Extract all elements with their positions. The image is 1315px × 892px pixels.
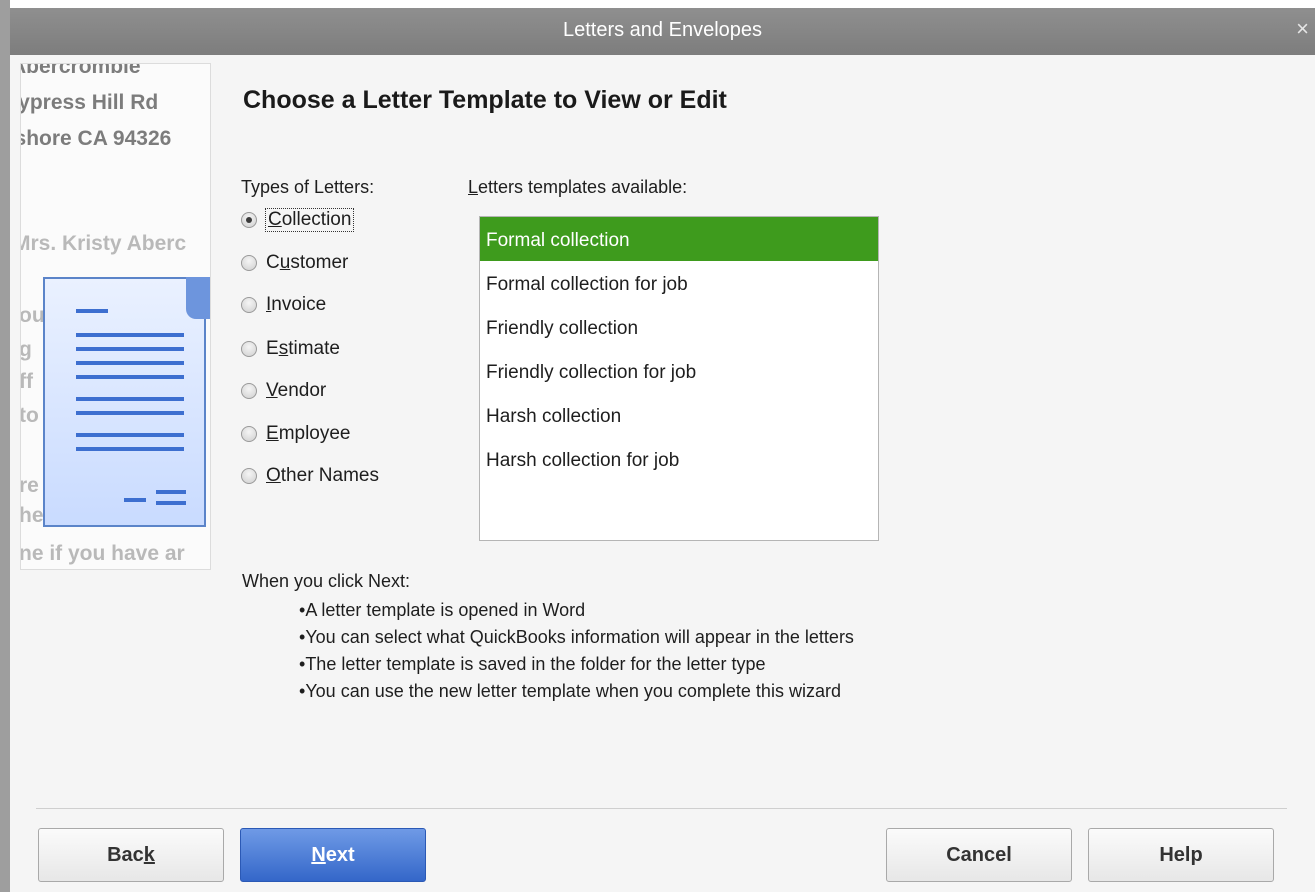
radio-option[interactable]: Employee xyxy=(241,420,351,448)
illustration-text: Abercrombie xyxy=(20,63,141,78)
illustration-text: Bayshore CA 94326 xyxy=(21,127,172,150)
next-info-item: A letter template is opened in Word xyxy=(299,597,854,624)
radio-button[interactable] xyxy=(241,341,257,357)
back-button[interactable]: Bac k xyxy=(38,828,224,882)
template-list-item[interactable]: Harsh collection xyxy=(480,393,878,437)
next-info-title: When you click Next: xyxy=(242,571,411,591)
next-info-item: The letter template is saved in the fold… xyxy=(299,651,854,678)
radio-button[interactable] xyxy=(241,426,257,442)
radio-label[interactable]: Employee xyxy=(266,423,351,445)
radio-label[interactable]: Estimate xyxy=(266,338,340,360)
close-icon[interactable]: × xyxy=(1296,16,1309,42)
footer-divider xyxy=(36,808,1287,809)
letter-document-icon xyxy=(43,277,210,527)
template-list-item[interactable]: Formal collection for job xyxy=(480,261,878,305)
template-list-item[interactable]: Friendly collection xyxy=(480,305,878,349)
types-of-letters-label: Types of Letters: xyxy=(241,177,375,197)
radio-label[interactable]: Invoice xyxy=(266,294,326,316)
radio-label[interactable]: Vendor xyxy=(266,380,326,402)
templates-listbox[interactable]: Formal collection Formal collection for j… xyxy=(479,216,879,541)
templates-available-label: Letters templates available: xyxy=(468,177,688,197)
radio-label[interactable]: Collection xyxy=(264,208,355,232)
illustration-text: Cypress Hill Rd xyxy=(20,91,159,114)
radio-option[interactable]: Other Names xyxy=(241,462,379,490)
illustration-text: Mrs. Kristy Aberc xyxy=(20,232,187,255)
radio-label[interactable]: Customer xyxy=(266,252,348,274)
illustration-text: to xyxy=(20,404,39,427)
radio-button[interactable] xyxy=(241,383,257,399)
title-bar: Letters and Envelopes × xyxy=(10,8,1315,55)
next-button[interactable]: Next xyxy=(240,828,426,882)
template-list-item[interactable]: Harsh collection for job xyxy=(480,437,878,481)
next-info-item: You can use the new letter template when… xyxy=(299,678,854,705)
template-list-item[interactable]: Formal collection xyxy=(480,217,878,261)
illustration-text: he xyxy=(20,504,44,527)
wizard-illustration: Abercrombie Cypress Hill Rd Bayshore CA … xyxy=(20,63,211,570)
window-title: Letters and Envelopes xyxy=(562,19,763,41)
radio-option[interactable]: Collection xyxy=(241,206,355,234)
radio-option[interactable]: Vendor xyxy=(241,377,326,405)
template-list-item[interactable]: Friendly collection for job xyxy=(480,349,878,393)
radio-button[interactable] xyxy=(241,468,257,484)
radio-button[interactable] xyxy=(241,212,257,228)
radio-option[interactable]: Customer xyxy=(241,249,348,277)
cancel-button[interactable]: Cancel xyxy=(886,828,1072,882)
letters-envelopes-window: Letters and Envelopes × Abercrombie Cypr… xyxy=(0,0,1315,892)
illustration-text: ou xyxy=(20,304,45,327)
radio-button[interactable] xyxy=(241,297,257,313)
top-strip xyxy=(0,0,1315,8)
next-info-item: You can select what QuickBooks informati… xyxy=(299,624,854,651)
radio-label[interactable]: Other Names xyxy=(266,465,379,487)
help-button[interactable]: Help xyxy=(1088,828,1274,882)
illustration-text: re xyxy=(20,474,39,497)
page-title: Choose a Letter Template to View or Edit xyxy=(243,86,727,114)
illustration-text: ff xyxy=(20,370,33,393)
illustration-text: ne if you have ar xyxy=(20,542,185,565)
next-info-list: A letter template is opened in Word You … xyxy=(299,597,854,705)
radio-option[interactable]: Invoice xyxy=(241,291,326,319)
illustration-text: g xyxy=(20,338,32,361)
window-left-border xyxy=(0,0,10,892)
radio-button[interactable] xyxy=(241,255,257,271)
radio-option[interactable]: Estimate xyxy=(241,335,340,363)
